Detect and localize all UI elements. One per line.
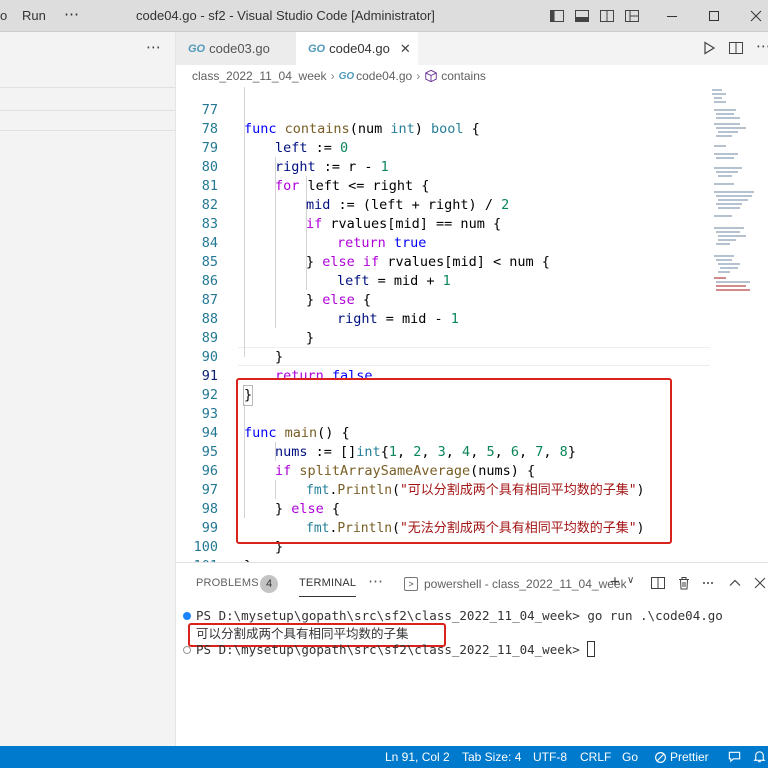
tab-problems[interactable]: PROBLEMS — [196, 577, 259, 589]
feedback-icon[interactable] — [727, 749, 742, 767]
panel-more-button[interactable]: ⋯ — [368, 572, 383, 590]
status-bar: Ln 91, Col 2 Tab Size: 4 UTF-8 CRLF Go P… — [0, 746, 768, 768]
active-tab-indicator — [299, 596, 356, 597]
sidebar: ⋯ — [0, 32, 176, 746]
run-icon[interactable] — [701, 40, 717, 56]
go-file-icon: GO — [308, 42, 326, 55]
code-line: 87 right = mid - 1 — [176, 272, 710, 327]
notifications-bell-icon[interactable] — [752, 749, 767, 767]
toggle-secondary-sidebar-icon[interactable] — [599, 8, 615, 24]
chevron-down-icon[interactable]: ∨ — [627, 575, 643, 591]
code-line: 81 mid := (left + right) / 2 — [176, 158, 710, 213]
terminal-prompt-line: PS D:\mysetup\gopath\src\sf2\class_2022_… — [196, 641, 596, 659]
new-terminal-icon[interactable]: + — [610, 572, 626, 591]
code-line: 90 return false — [176, 329, 710, 384]
highlight-box-main-func — [236, 378, 672, 544]
command-pending-dot-icon[interactable] — [183, 646, 191, 654]
go-file-icon: GO — [188, 42, 206, 55]
panel-tab-bar: PROBLEMS 4 TERMINAL ⋯ > powershell - cla… — [176, 563, 768, 603]
maximize-icon[interactable] — [706, 8, 722, 24]
code-line: 84 } else if rvalues[mid] < num { — [176, 215, 710, 270]
split-terminal-icon[interactable] — [650, 575, 666, 591]
chevron-right-icon: › — [416, 69, 421, 83]
code-line: 77 func contains(num int) bool { — [176, 87, 710, 137]
more-actions-icon[interactable] — [700, 575, 716, 591]
tab-terminal[interactable]: TERMINAL — [299, 577, 356, 589]
code-line: 83 return true — [176, 196, 710, 251]
menu-more-button[interactable]: ⋯ — [64, 5, 79, 23]
toggle-primary-sidebar-icon[interactable] — [549, 8, 565, 24]
minimize-icon[interactable] — [664, 8, 680, 24]
sidebar-divider — [0, 130, 175, 131]
language-mode[interactable]: Go — [622, 750, 638, 764]
editor-more-button[interactable]: ⋯ — [756, 37, 768, 55]
cube-symbol-icon — [424, 69, 438, 83]
minimap[interactable] — [710, 87, 768, 562]
code-line: 82 if rvalues[mid] == num { — [176, 177, 710, 232]
split-editor-icon[interactable] — [728, 40, 744, 56]
prettier-status[interactable]: Prettier — [654, 750, 709, 764]
trash-icon[interactable] — [676, 575, 692, 591]
code-line: 88 } — [176, 291, 710, 346]
tab-code04[interactable]: GO code04.go ✕ — [296, 32, 418, 65]
code-line: 85 left = mid + 1 — [176, 234, 710, 289]
editor-tab-bar: GO code03.go GO code04.go ✕ ⋯ — [176, 32, 768, 65]
terminal-instance-label: powershell - class_2022_11_04_week — [424, 577, 627, 591]
bottom-panel: PROBLEMS 4 TERMINAL ⋯ > powershell - cla… — [176, 562, 768, 746]
tab-code03[interactable]: GO code03.go — [176, 32, 296, 65]
tab-label: code04.go — [329, 41, 390, 56]
terminal-icon: > — [404, 577, 418, 591]
code-line: 91 } — [176, 348, 710, 406]
code-line: 86 } else { — [176, 253, 710, 308]
prettier-prohibited-icon — [655, 751, 666, 763]
menu-go[interactable]: o — [0, 8, 7, 23]
prettier-label: Prettier — [670, 750, 709, 764]
encoding[interactable]: UTF-8 — [533, 750, 567, 764]
tab-label: code03.go — [209, 41, 270, 56]
breadcrumb-file[interactable]: code04.go — [356, 69, 412, 83]
menu-run[interactable]: Run — [22, 8, 46, 23]
terminal-output[interactable]: PS D:\mysetup\gopath\src\sf2\class_2022_… — [176, 603, 768, 747]
problems-count-badge: 4 — [260, 575, 278, 593]
terminal-cursor — [587, 641, 596, 657]
close-tab-icon[interactable]: ✕ — [400, 41, 411, 57]
sidebar-more-button[interactable]: ⋯ — [146, 38, 161, 56]
breadcrumb-symbol[interactable]: contains — [441, 69, 486, 83]
code-line: 78 left := 0 — [176, 101, 710, 156]
chevron-right-icon: › — [330, 69, 335, 83]
command-success-dot-icon[interactable] — [183, 612, 191, 620]
close-panel-icon[interactable] — [752, 575, 768, 591]
customize-layout-icon[interactable] — [624, 8, 640, 24]
window-title: code04.go - sf2 - Visual Studio Code [Ad… — [136, 8, 435, 23]
close-window-icon[interactable] — [748, 8, 764, 24]
toggle-panel-icon[interactable] — [574, 8, 590, 24]
code-line: 79 right := r - 1 — [176, 120, 710, 175]
code-line: 89 } — [176, 310, 710, 365]
breadcrumb-folder[interactable]: class_2022_11_04_week — [192, 69, 327, 83]
code-line: 80 for left <= right { — [176, 139, 710, 194]
maximize-panel-icon[interactable] — [727, 575, 743, 591]
go-file-icon: GO — [338, 70, 355, 82]
tab-size[interactable]: Tab Size: 4 — [462, 750, 521, 764]
breadcrumb: class_2022_11_04_week › GO code04.go › c… — [176, 65, 768, 87]
code-editor[interactable]: 77 func contains(num int) bool { 78 left… — [176, 87, 710, 562]
terminal-instance-selector[interactable]: > powershell - class_2022_11_04_week — [404, 574, 627, 594]
title-bar: o Run ⋯ code04.go - sf2 - Visual Studio … — [0, 0, 768, 32]
end-of-line[interactable]: CRLF — [580, 750, 611, 764]
sidebar-divider — [0, 110, 175, 111]
sidebar-divider — [0, 87, 175, 88]
cursor-position[interactable]: Ln 91, Col 2 — [385, 750, 450, 764]
